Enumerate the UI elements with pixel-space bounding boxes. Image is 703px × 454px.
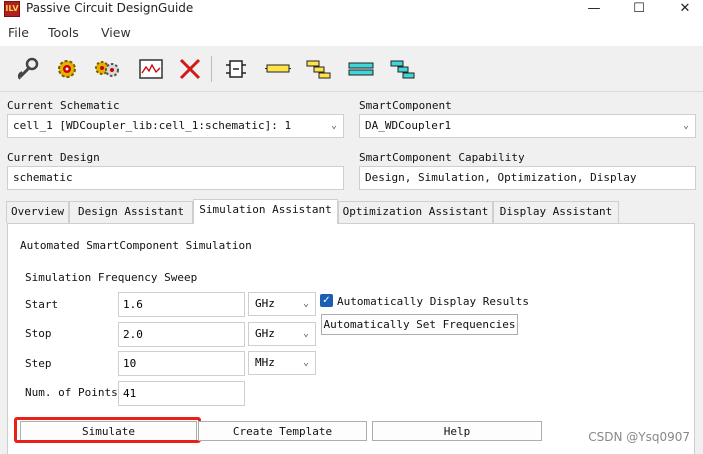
- menu-tools[interactable]: Tools: [48, 25, 79, 40]
- tab-optimization-assistant[interactable]: Optimization Assistant: [338, 201, 493, 223]
- window-title: Passive Circuit DesignGuide: [26, 1, 194, 15]
- minimize-button[interactable]: —: [571, 0, 617, 20]
- capability-label: SmartComponent Capability: [359, 151, 525, 164]
- current-schematic-label: Current Schematic: [7, 99, 120, 112]
- start-unit-select[interactable]: GHz ⌄: [248, 292, 316, 316]
- menu-view[interactable]: View: [101, 25, 131, 40]
- capability-field: Design, Simulation, Optimization, Displa…: [359, 166, 696, 190]
- help-button[interactable]: Help: [372, 421, 542, 441]
- create-template-button[interactable]: Create Template: [198, 421, 367, 441]
- maximize-button[interactable]: ☐: [616, 0, 662, 20]
- start-label: Start: [25, 298, 59, 311]
- gear-icon[interactable]: [53, 55, 81, 83]
- tab-overview[interactable]: Overview: [6, 201, 69, 223]
- stop-label: Stop: [25, 327, 52, 340]
- menu-file[interactable]: File: [8, 25, 29, 40]
- close-button[interactable]: ✕: [662, 0, 703, 20]
- graph-icon[interactable]: [137, 55, 165, 83]
- sweep-heading: Simulation Frequency Sweep: [25, 271, 198, 284]
- line-icon[interactable]: [264, 55, 292, 83]
- current-schematic-value: cell_1 [WDCoupler_lib:cell_1:schematic]:…: [13, 119, 292, 132]
- num-points-input[interactable]: 41: [118, 381, 245, 406]
- auto-display-checkbox[interactable]: ✓: [320, 294, 333, 307]
- multi-line-icon[interactable]: [388, 55, 416, 83]
- auto-display-label: Automatically Display Results: [337, 295, 530, 308]
- stepped-line-icon[interactable]: [304, 55, 332, 83]
- component-icon[interactable]: [222, 55, 250, 83]
- delete-icon[interactable]: [176, 55, 204, 83]
- watermark: CSDN @Ysq0907: [588, 430, 690, 444]
- tab-design-assistant[interactable]: Design Assistant: [69, 201, 193, 223]
- stop-unit-value: GHz: [255, 327, 275, 340]
- tab-display-assistant[interactable]: Display Assistant: [493, 201, 619, 223]
- smartcomponent-label: SmartComponent: [359, 99, 452, 112]
- auto-set-frequencies-button[interactable]: Automatically Set Frequencies: [321, 314, 518, 335]
- chevron-down-icon: ⌄: [302, 328, 309, 339]
- smartcomponent-dropdown[interactable]: DA_WDCoupler1 ⌄: [359, 114, 696, 138]
- chevron-down-icon: ⌄: [330, 120, 337, 131]
- chevron-down-icon: ⌄: [302, 357, 309, 368]
- num-points-label: Num. of Points: [25, 386, 118, 399]
- step-label: Step: [25, 357, 52, 370]
- current-schematic-dropdown[interactable]: cell_1 [WDCoupler_lib:cell_1:schematic]:…: [7, 114, 344, 138]
- toolbar-separator: [211, 56, 212, 82]
- smartcomponent-value: DA_WDCoupler1: [365, 119, 452, 132]
- chevron-down-icon: ⌄: [302, 298, 309, 309]
- stop-unit-select[interactable]: GHz ⌄: [248, 322, 316, 346]
- step-unit-select[interactable]: MHz ⌄: [248, 351, 316, 375]
- start-frequency-input[interactable]: 1.6: [118, 292, 245, 317]
- wrench-icon[interactable]: [14, 55, 42, 83]
- chevron-down-icon: ⌄: [682, 120, 689, 131]
- current-design-field: schematic: [7, 166, 344, 190]
- coupled-line-icon[interactable]: [347, 55, 375, 83]
- stop-frequency-input[interactable]: 2.0: [118, 322, 245, 347]
- simulate-highlight-box: [14, 417, 201, 443]
- tab-simulation-assistant[interactable]: Simulation Assistant: [193, 199, 338, 224]
- simulation-heading: Automated SmartComponent Simulation: [20, 239, 252, 252]
- app-logo-icon: ILV: [4, 1, 20, 17]
- gears-icon[interactable]: [93, 55, 121, 83]
- start-unit-value: GHz: [255, 297, 275, 310]
- step-frequency-input[interactable]: 10: [118, 351, 245, 376]
- step-unit-value: MHz: [255, 356, 275, 369]
- current-design-label: Current Design: [7, 151, 100, 164]
